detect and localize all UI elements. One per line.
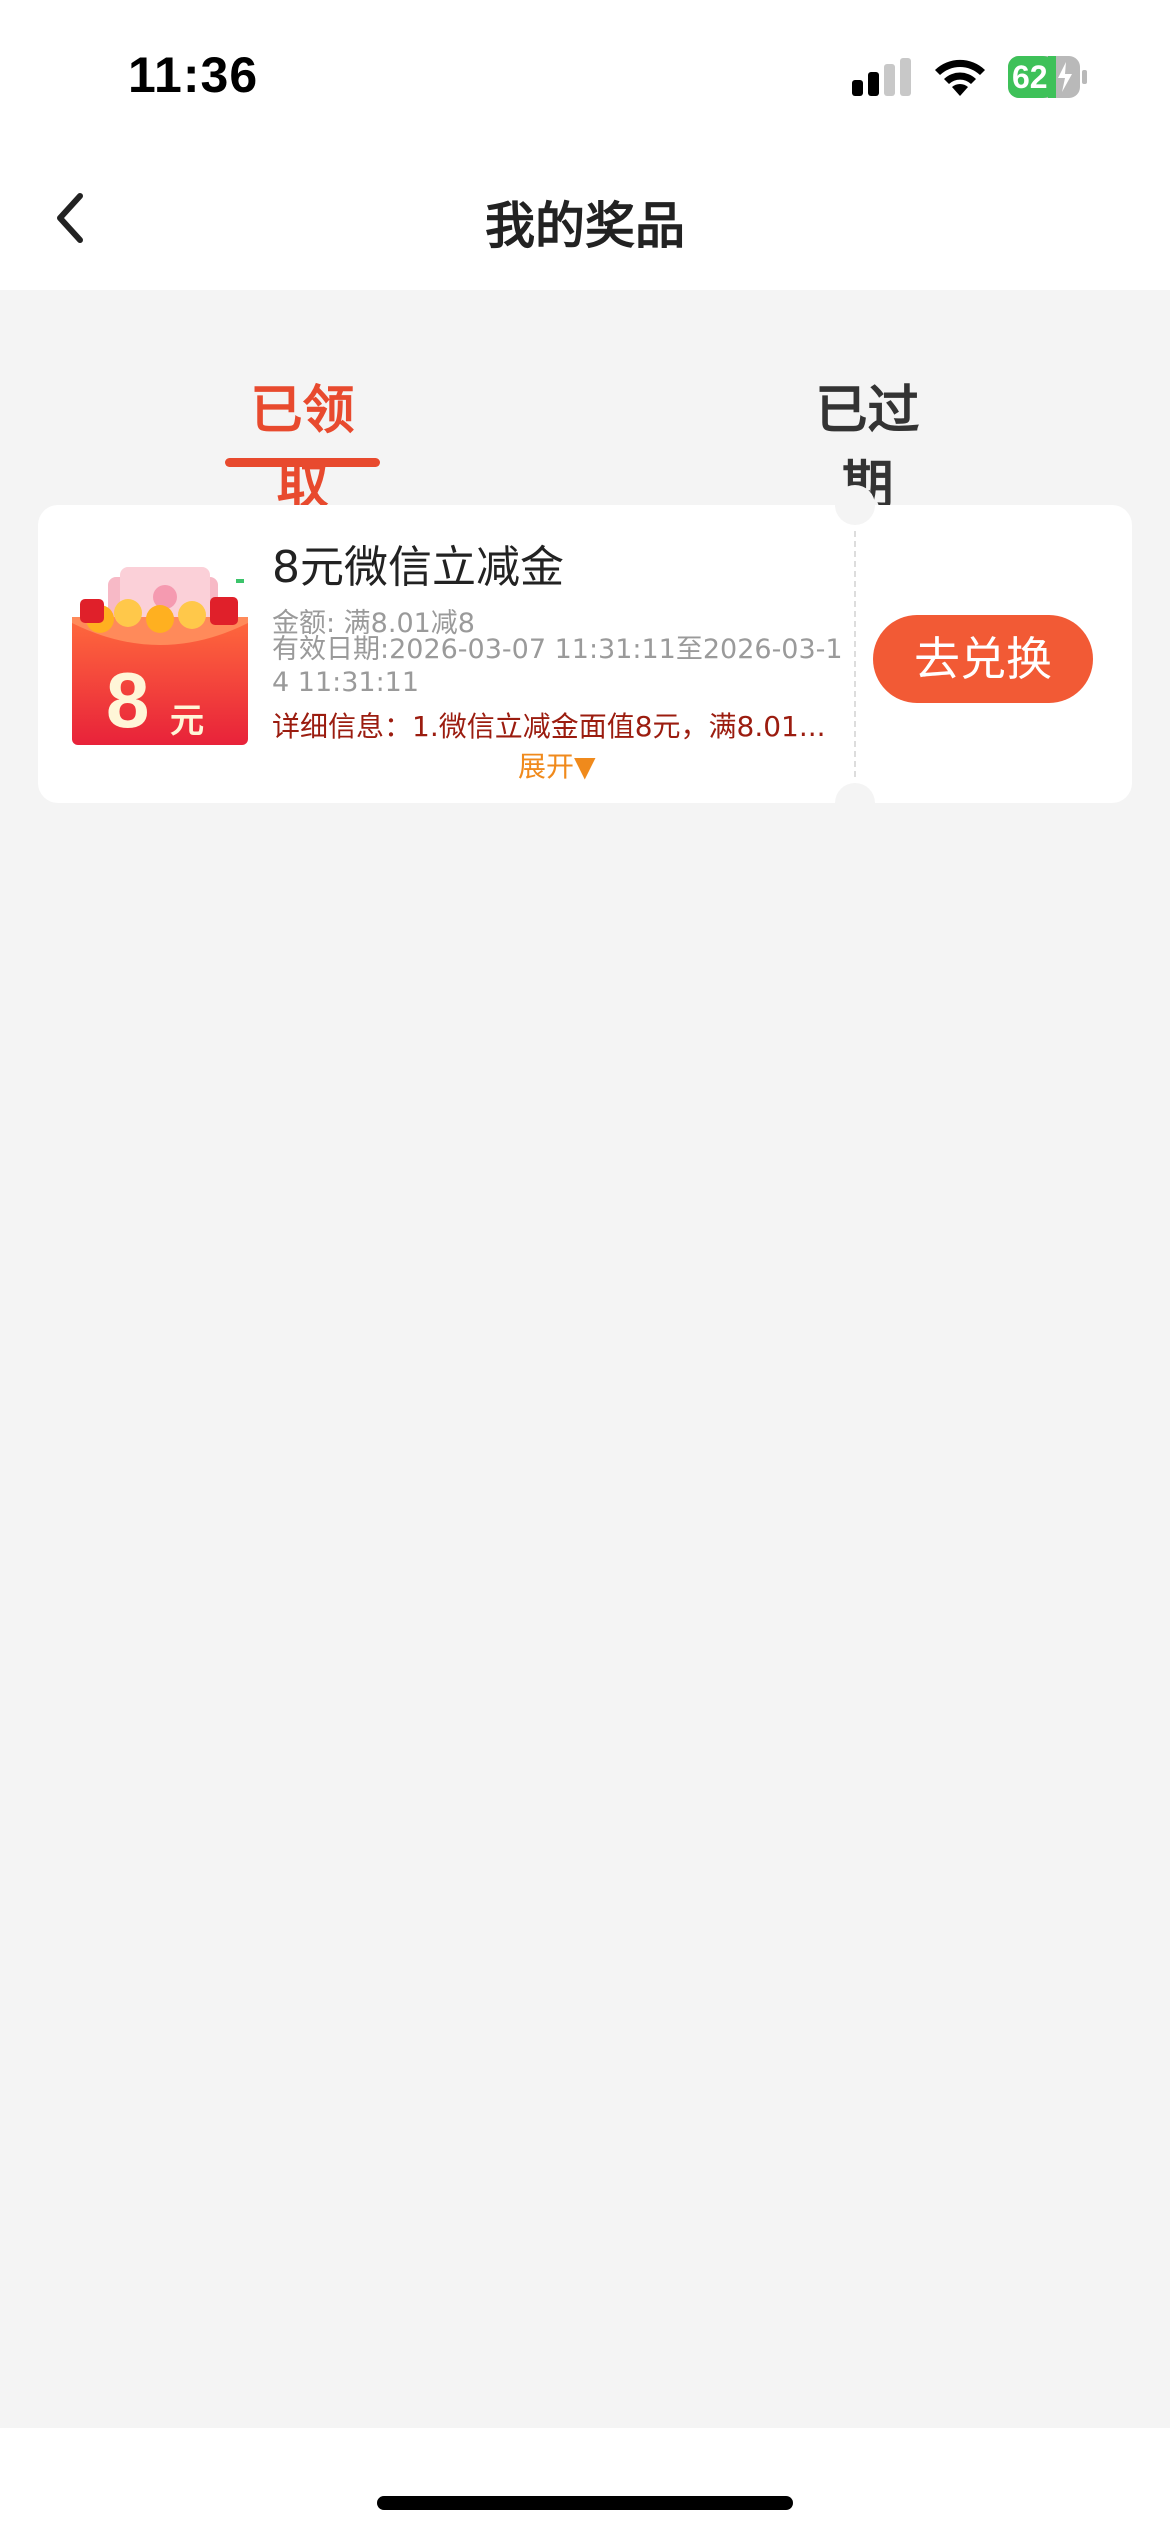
card-divider bbox=[854, 531, 856, 777]
tab-received[interactable]: 已领取 bbox=[225, 368, 380, 518]
battery-level: 62 bbox=[1012, 59, 1048, 95]
page-title: 我的奖品 bbox=[485, 197, 685, 255]
tab-bar: 已领取 已过期 bbox=[0, 290, 1170, 516]
redeem-button[interactable]: 去兑换 bbox=[873, 615, 1093, 703]
expand-link[interactable]: 展开▼ bbox=[518, 745, 596, 785]
prize-title: 8元微信立减金 bbox=[272, 542, 564, 593]
active-tab-indicator bbox=[225, 458, 380, 467]
nav-bar: 我的奖品 bbox=[0, 150, 1170, 290]
prize-detail: 详细信息：1.微信立减金面值8元，满8.01... bbox=[272, 710, 826, 743]
cellular-signal-icon bbox=[852, 58, 911, 96]
battery-icon: 62 bbox=[1008, 56, 1088, 98]
prize-validity: 有效日期:2026-03-07 11:31:11至2026-03-14 11:3… bbox=[272, 634, 843, 698]
status-bar: 11:36 62 bbox=[0, 0, 1170, 150]
card-notch-bottom bbox=[835, 783, 875, 823]
prize-image-unit: 元 bbox=[170, 701, 204, 741]
prize-card: 8 元 8元微信立减金 金额: 满8.01减8 有效日期:2026-03-07 … bbox=[38, 485, 1132, 823]
card-notch-top bbox=[835, 485, 875, 525]
prize-image-value: 8 bbox=[106, 656, 150, 744]
bottom-safe-area bbox=[0, 2428, 1170, 2532]
home-indicator[interactable] bbox=[377, 2496, 793, 2510]
status-time: 11:36 bbox=[128, 47, 259, 103]
red-envelope-image: 8 元 bbox=[60, 557, 260, 757]
wifi-icon bbox=[935, 59, 985, 96]
